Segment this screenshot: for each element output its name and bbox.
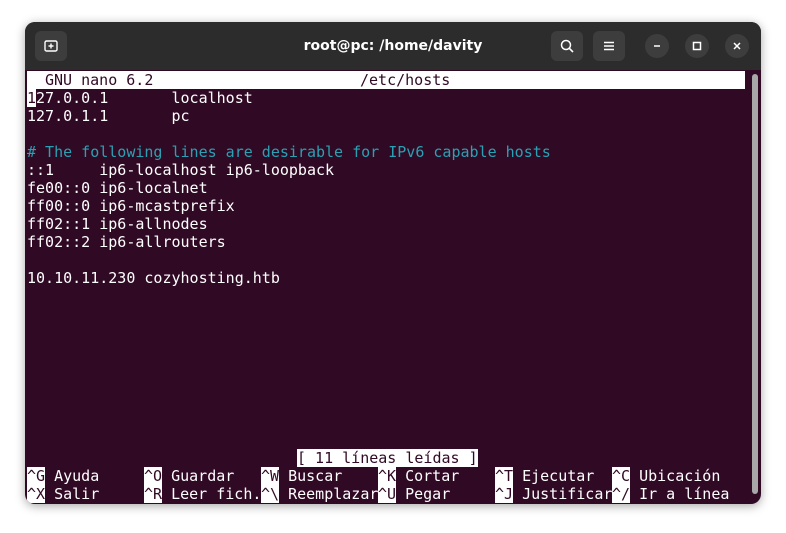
- shortcut-key: ^X: [27, 485, 46, 503]
- status-message: [ 11 líneas leídas ]: [297, 449, 478, 467]
- shortcut-label: Leer fich.: [162, 485, 262, 503]
- shortcut-label: Justificar: [513, 485, 613, 503]
- shortcut-item: ^G Ayuda: [27, 467, 99, 485]
- shortcut-label: Ejecutar: [513, 467, 595, 485]
- shortcut-key: ^G: [27, 467, 46, 485]
- shortcut-label: Ir a línea: [630, 485, 730, 503]
- shortcut-item: ^O Guardar: [144, 467, 234, 485]
- shortcut-label: Cortar: [396, 467, 460, 485]
- scrollbar[interactable]: [752, 74, 758, 494]
- shortcut-key: ^T: [495, 467, 514, 485]
- nano-header-bar: GNU nano 6.2 /etc/hosts: [27, 71, 745, 89]
- minimize-icon: [654, 45, 660, 47]
- shortcut-key: ^W: [261, 467, 280, 485]
- shortcut-key: ^C: [612, 467, 631, 485]
- close-icon: [733, 42, 741, 50]
- search-icon: [560, 39, 574, 53]
- shortcut-key: ^K: [378, 467, 397, 485]
- text-cursor: 1: [27, 89, 37, 107]
- shortcut-item: ^K Cortar: [378, 467, 459, 485]
- terminal-area[interactable]: GNU nano 6.2 /etc/hosts 127.0.0.1 localh…: [27, 70, 749, 504]
- file-line: 127.0.0.1 localhost: [27, 89, 253, 107]
- close-button[interactable]: [725, 34, 749, 58]
- shortcut-label: Pegar: [396, 485, 451, 503]
- file-line: ff02::2 ip6-allrouters: [27, 233, 226, 251]
- comment-line: # The following lines are desirable for …: [27, 143, 551, 161]
- shortcut-key: ^/: [612, 485, 631, 503]
- file-line: fe00::0 ip6-localnet: [27, 179, 208, 197]
- new-tab-button[interactable]: [35, 31, 67, 61]
- menu-button[interactable]: [593, 31, 625, 61]
- shortcut-item: ^W Buscar: [261, 467, 342, 485]
- maximize-button[interactable]: [685, 34, 709, 58]
- shortcut-item: ^C Ubicación: [612, 467, 720, 485]
- nano-filename: /etc/hosts: [360, 71, 451, 89]
- shortcut-label: Reemplazar: [279, 485, 379, 503]
- shortcut-label: Guardar: [162, 467, 235, 485]
- shortcut-item: ^U Pegar: [378, 485, 450, 503]
- maximize-icon: [692, 41, 702, 51]
- shortcut-key: ^U: [378, 485, 397, 503]
- shortcut-label: Ubicación: [630, 467, 721, 485]
- file-line: 10.10.11.230 cozyhosting.htb: [27, 269, 280, 287]
- new-tab-icon: [44, 40, 58, 52]
- file-line: ::1 ip6-localhost ip6-loopback: [27, 161, 335, 179]
- shortcut-item: ^/ Ir a línea: [612, 485, 729, 503]
- file-line: ff02::1 ip6-allnodes: [27, 215, 208, 233]
- terminal-window: root@pc: /home/davity GNU nano 6.2 /etc/…: [25, 22, 761, 504]
- file-line: ff00::0 ip6-mcastprefix: [27, 197, 235, 215]
- shortcut-key: ^\: [261, 485, 280, 503]
- nano-version: GNU nano 6.2: [45, 71, 154, 89]
- shortcut-item: ^\ Reemplazar: [261, 485, 378, 503]
- shortcut-item: ^T Ejecutar: [495, 467, 594, 485]
- shortcut-label: Buscar: [279, 467, 343, 485]
- search-button[interactable]: [551, 31, 583, 61]
- shortcut-key: ^R: [144, 485, 163, 503]
- shortcut-key: ^O: [144, 467, 163, 485]
- file-line: 127.0.1.1 pc: [27, 107, 190, 125]
- minimize-button[interactable]: [645, 34, 669, 58]
- shortcut-label: Ayuda: [45, 467, 100, 485]
- shortcut-label: Salir: [45, 485, 100, 503]
- titlebar: root@pc: /home/davity: [25, 22, 761, 70]
- shortcut-item: ^R Leer fich.: [144, 485, 261, 503]
- hamburger-menu-icon: [604, 41, 614, 51]
- shortcut-item: ^X Salir: [27, 485, 99, 503]
- shortcut-item: ^J Justificar: [495, 485, 612, 503]
- shortcut-key: ^J: [495, 485, 514, 503]
